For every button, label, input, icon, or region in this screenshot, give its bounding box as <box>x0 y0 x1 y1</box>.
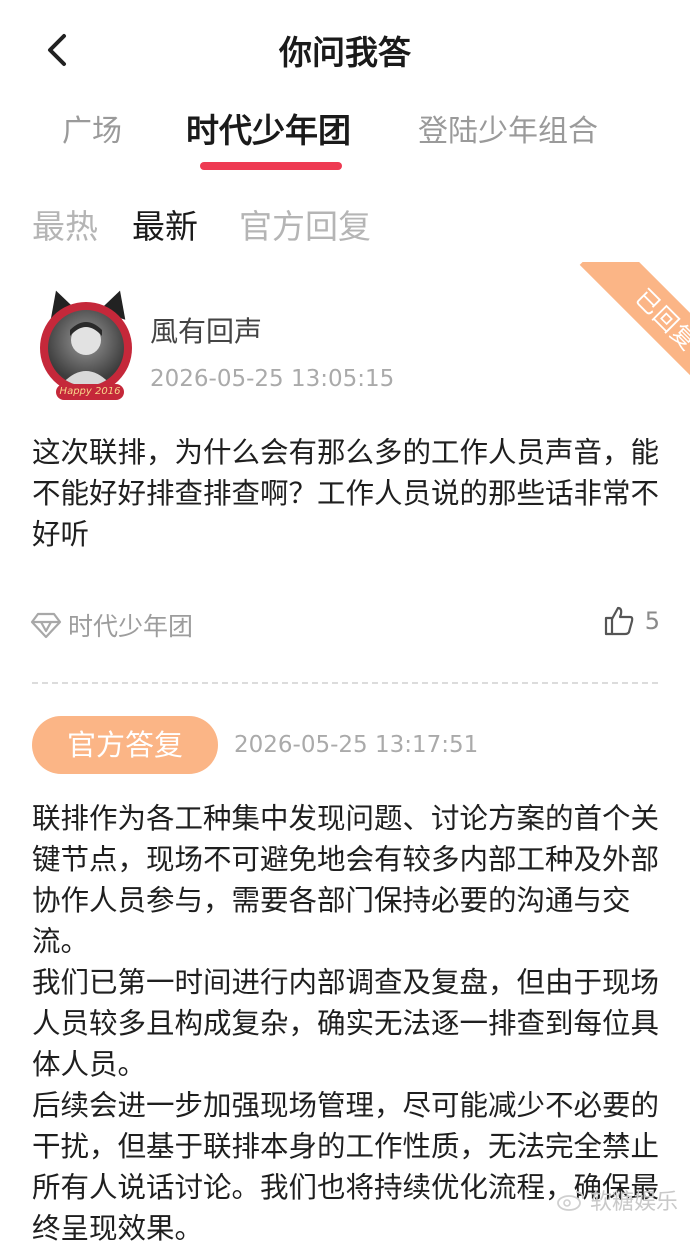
avatar-photo <box>48 310 124 386</box>
post-timestamp: 2026-05-25 13:05:15 <box>150 366 395 392</box>
avatar-badge: Happy 2016 <box>56 384 124 400</box>
official-reply-text: 联排作为各工种集中发现问题、讨论方案的首个关键节点，现场不可避免地会有较多内部工… <box>32 798 662 1249</box>
tab-new-boys[interactable]: 登陆少年组合 <box>418 106 598 150</box>
group-tag[interactable]: 时代少年团 <box>30 607 193 643</box>
tab-plaza[interactable]: 广场 <box>62 106 122 150</box>
subtab-official-reply[interactable]: 官方回复 <box>239 200 371 248</box>
thumbs-up-icon <box>604 606 634 636</box>
question-text: 这次联排，为什么会有那么多的工作人员声音，能不能好好排查排查啊？工作人员说的那些… <box>32 436 660 551</box>
group-tag-label: 时代少年团 <box>68 612 194 641</box>
subtab-latest[interactable]: 最新 <box>132 200 198 248</box>
section-divider <box>32 682 658 684</box>
diamond-icon <box>30 612 62 639</box>
person-icon <box>60 322 112 386</box>
reply-paragraph: 后续会进一步加强现场管理，尽可能减少不必要的干扰，但基于联排本身的工作性质，无法… <box>32 1089 660 1245</box>
watermark-text: 软糖娱乐 <box>589 1190 678 1215</box>
active-tab-indicator <box>200 162 342 170</box>
reply-paragraph: 联排作为各工种集中发现问题、讨论方案的首个关键节点，现场不可避免地会有较多内部工… <box>32 802 660 958</box>
reply-timestamp: 2026-05-25 13:17:51 <box>234 732 479 758</box>
avatar[interactable]: Happy 2016 <box>32 286 144 402</box>
watermark: 软糖娱乐 <box>556 1184 678 1216</box>
replied-status-label: 已回复 <box>579 262 690 382</box>
weibo-icon <box>557 1191 584 1211</box>
like-button[interactable]: 5 <box>603 605 660 637</box>
tab-bar: 广场 时代少年团 登陆少年组合 <box>0 100 690 180</box>
app-header: 你问我答 <box>0 0 690 100</box>
page-title: 你问我答 <box>279 33 411 72</box>
username[interactable]: 風有回声 <box>150 310 262 350</box>
subtab-hot[interactable]: 最热 <box>32 200 98 248</box>
official-reply-badge: 官方答复 <box>32 716 218 774</box>
replied-corner-ribbon: 已回复 <box>570 262 690 382</box>
reply-paragraph: 我们已第一时间进行内部调查及复盘，但由于现场人员较多且构成复杂，确实无法逐一排查… <box>32 966 660 1081</box>
like-count: 5 <box>644 607 660 635</box>
tab-tnt[interactable]: 时代少年团 <box>186 104 351 152</box>
